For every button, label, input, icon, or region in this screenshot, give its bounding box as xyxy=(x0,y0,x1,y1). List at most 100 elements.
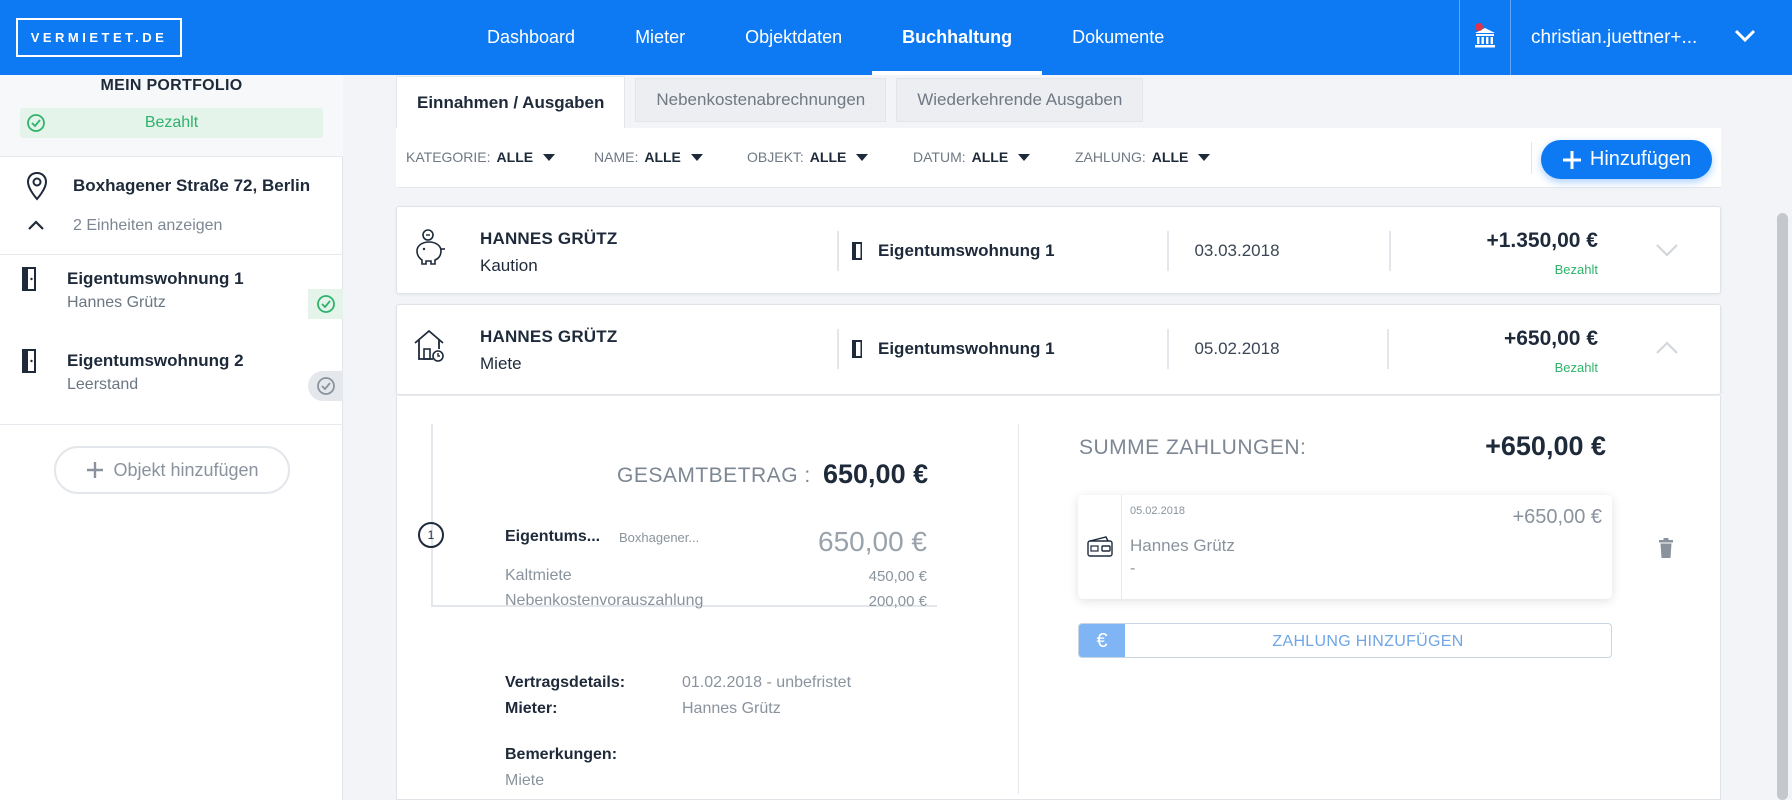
unit-status-badge xyxy=(308,289,343,319)
add-object-button[interactable]: Objekt hinzufügen xyxy=(54,446,290,494)
divider xyxy=(1018,424,1019,794)
chevron-down-icon[interactable] xyxy=(1734,28,1756,44)
filter-value: ALLE xyxy=(1151,149,1189,165)
filter-payment[interactable]: ZAHLUNG: ALLE xyxy=(1075,149,1211,165)
filter-value: ALLE xyxy=(809,149,847,165)
plus-icon xyxy=(87,462,104,478)
filter-category[interactable]: KATEGORIE: ALLE xyxy=(406,149,556,165)
divider xyxy=(837,329,839,369)
chevron-up-icon xyxy=(28,220,44,230)
trash-icon[interactable] xyxy=(1658,538,1674,558)
add-transaction-button[interactable]: Hinzufügen xyxy=(1541,140,1712,179)
line-label: Nebenkostenvorauszahlung xyxy=(505,592,704,609)
filter-value: ALLE xyxy=(971,149,1009,165)
tab-income-expenses[interactable]: Einnahmen / Ausgaben xyxy=(396,76,626,128)
chevron-up-icon[interactable] xyxy=(1655,341,1679,355)
payment-date: 05.02.2018 xyxy=(1130,505,1186,517)
divider xyxy=(837,231,839,271)
transaction-object: Eigentumswohnung 1 xyxy=(878,339,1055,358)
filter-value: ALLE xyxy=(496,149,534,165)
units-toggle[interactable]: 2 Einheiten anzeigen xyxy=(0,215,343,239)
door-icon xyxy=(22,349,36,373)
total-label: GESAMTBETRAG : xyxy=(617,464,811,487)
transaction-object: Eigentumswohnung 1 xyxy=(878,241,1055,260)
transaction-detail-panel: GESAMTBETRAG : 650,00 € 1 Eigentums... B… xyxy=(396,396,1721,800)
transaction-date: 05.02.2018 xyxy=(1194,339,1280,358)
add-object-label: Objekt hinzufügen xyxy=(113,459,259,480)
payment-payer: Hannes Grütz xyxy=(1130,536,1235,555)
wallet-icon-box xyxy=(1078,495,1122,599)
bank-button[interactable] xyxy=(1459,0,1511,75)
user-email: christian.juettner+... xyxy=(1531,26,1698,48)
filter-date[interactable]: DATUM: ALLE xyxy=(913,149,1031,165)
payments-sum-label: SUMME ZAHLUNGEN: xyxy=(1079,436,1307,459)
line-amount: 200,00 € xyxy=(868,593,927,610)
transaction-row-expanded[interactable]: HANNES GRÜTZ Miete Eigentumswohnung 1 05… xyxy=(396,304,1721,395)
check-circle-icon xyxy=(316,295,335,313)
nav-dashboard[interactable]: Dashboard xyxy=(457,0,605,75)
user-menu[interactable]: christian.juettner+... xyxy=(1531,0,1756,75)
transaction-status: Bezahlt xyxy=(1554,262,1598,277)
door-icon xyxy=(852,242,862,260)
units-toggle-label: 2 Einheiten anzeigen xyxy=(73,217,223,234)
transaction-category: Kaution xyxy=(480,256,538,275)
payment-amount: +650,00 € xyxy=(1512,506,1602,528)
accounting-tabs: Einnahmen / Ausgaben Nebenkostenabrechnu… xyxy=(396,76,1153,128)
property-address: Boxhagener Straße 72, Berlin xyxy=(73,176,311,195)
nav-buchhaltung[interactable]: Buchhaltung xyxy=(872,0,1043,75)
position-number: 1 xyxy=(418,522,444,548)
invoice-summary: GESAMTBETRAG : 650,00 € 1 Eigentums... B… xyxy=(418,424,937,610)
check-circle-icon xyxy=(316,377,335,395)
transaction-name: HANNES GRÜTZ xyxy=(480,327,618,346)
door-icon xyxy=(22,267,36,291)
main-nav: Dashboard Mieter Objektdaten Buchhaltung… xyxy=(457,0,1194,75)
add-payment-button[interactable]: € ZAHLUNG HINZUFÜGEN xyxy=(1078,623,1612,658)
portfolio-header: MEIN PORTFOLIO Bezahlt xyxy=(0,75,343,157)
euro-icon: € xyxy=(1079,624,1125,657)
unit-name: Eigentumswohnung 2 xyxy=(67,351,244,370)
scrollbar[interactable] xyxy=(1777,213,1788,800)
nav-mieter[interactable]: Mieter xyxy=(605,0,715,75)
caret-down-icon xyxy=(690,153,703,161)
position-subtitle: Boxhagener... xyxy=(619,530,700,545)
tab-recurring-expenses[interactable]: Wiederkehrende Ausgaben xyxy=(896,78,1144,122)
filter-name[interactable]: NAME: ALLE xyxy=(594,149,703,165)
vermietet-logo[interactable]: VERMIETET.DE xyxy=(16,18,182,57)
plus-icon xyxy=(1562,150,1581,169)
nav-objektdaten[interactable]: Objektdaten xyxy=(715,0,872,75)
tenant-label: Mieter: xyxy=(505,700,558,717)
sidebar-unit-1[interactable]: Eigentumswohnung 1 Hannes Grütz xyxy=(0,261,343,333)
nav-dokumente[interactable]: Dokumente xyxy=(1042,0,1194,75)
transaction-name: HANNES GRÜTZ xyxy=(480,229,618,248)
filter-bar: KATEGORIE: ALLE NAME: ALLE OBJEKT: ALLE DAT… xyxy=(396,128,1721,188)
chevron-down-icon[interactable] xyxy=(1655,243,1679,257)
tab-utility-statements[interactable]: Nebenkostenabrechnungen xyxy=(635,78,887,122)
transaction-status: Bezahlt xyxy=(1554,360,1598,375)
portfolio-title: MEIN PORTFOLIO xyxy=(100,77,243,94)
portfolio-status-badge: Bezahlt xyxy=(20,108,323,138)
portfolio-status-text: Bezahlt xyxy=(144,114,199,131)
caret-down-icon xyxy=(1198,153,1211,161)
divider xyxy=(1531,142,1532,174)
payment-note: - xyxy=(1130,560,1136,577)
payment-card[interactable]: 05.02.2018 +650,00 € Hannes Grütz - xyxy=(1078,495,1612,599)
contract-value: 01.02.2018 - unbefristet xyxy=(682,674,852,691)
filter-value: ALLE xyxy=(644,149,681,165)
unit-status-badge xyxy=(308,371,343,401)
contract-label: Vertragsdetails: xyxy=(505,674,626,691)
piggy-bank-icon xyxy=(416,229,445,265)
divider xyxy=(0,424,343,425)
top-navigation-bar: VERMIETET.DE Dashboard Mieter Objektdate… xyxy=(0,0,1792,75)
add-payment-label: ZAHLUNG HINZUFÜGEN xyxy=(1272,632,1464,650)
payments-sum-value: +650,00 € xyxy=(1485,431,1606,461)
property-address-row[interactable]: Boxhagener Straße 72, Berlin xyxy=(0,171,343,201)
check-circle-icon xyxy=(27,114,45,132)
door-icon xyxy=(852,340,862,358)
line-label: Kaltmiete xyxy=(505,567,572,584)
transaction-amount: +650,00 € xyxy=(1503,327,1598,350)
filter-object[interactable]: OBJEKT: ALLE xyxy=(747,149,869,165)
sidebar-unit-2[interactable]: Eigentumswohnung 2 Leerstand xyxy=(0,343,343,415)
transaction-row[interactable]: HANNES GRÜTZ Kaution Eigentumswohnung 1 … xyxy=(396,206,1721,294)
filter-label: KATEGORIE: xyxy=(406,149,491,165)
location-pin-icon xyxy=(26,171,48,201)
